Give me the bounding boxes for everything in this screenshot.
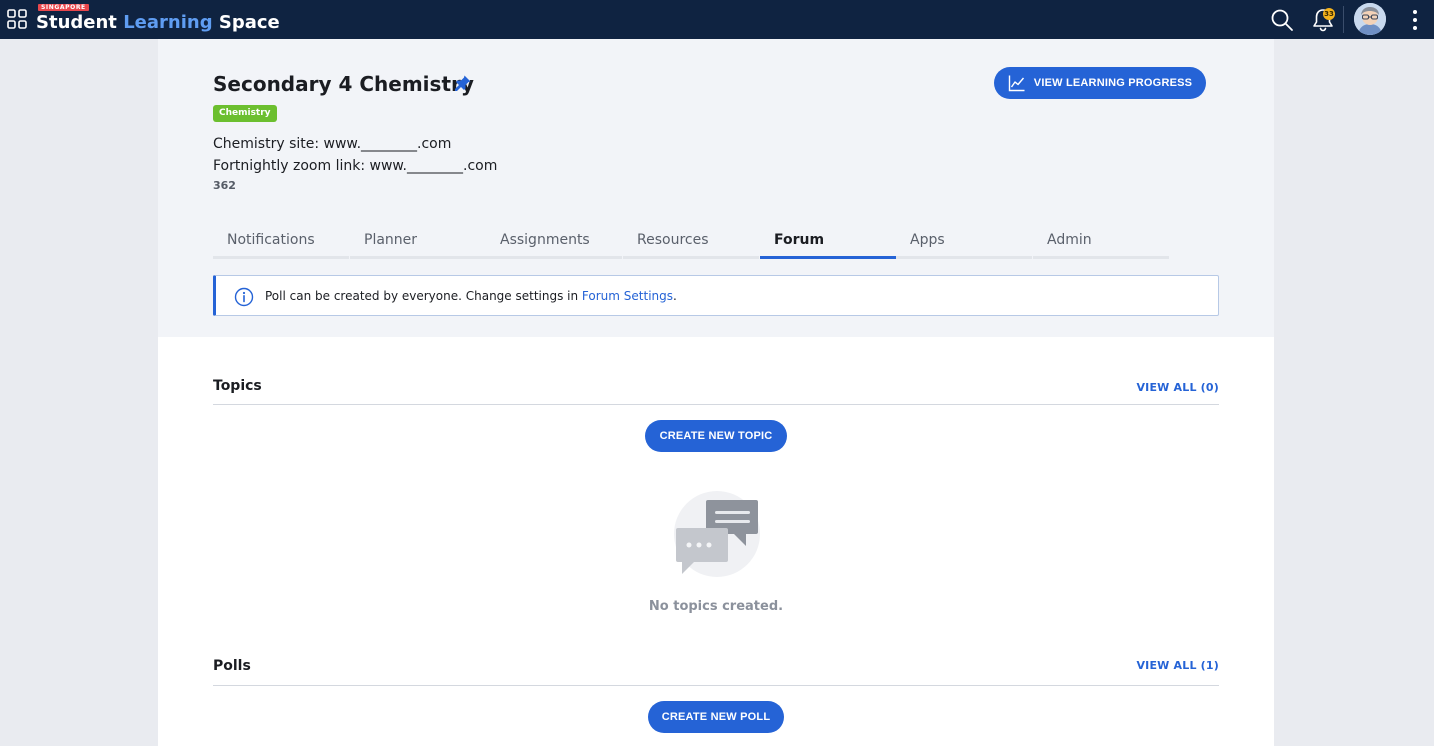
course-code: 362 bbox=[213, 179, 236, 192]
tab-planner[interactable]: Planner bbox=[350, 227, 486, 259]
course-description-line: Fortnightly zoom link: www.________.com bbox=[213, 158, 498, 174]
logo-text: Student Learning Space bbox=[36, 12, 280, 33]
view-all-polls-link[interactable]: VIEW ALL (1) bbox=[1136, 659, 1219, 673]
create-new-topic-button[interactable]: CREATE NEW TOPIC bbox=[645, 420, 787, 452]
topics-empty-message: No topics created. bbox=[648, 599, 784, 614]
chat-bubbles-icon bbox=[674, 491, 760, 577]
view-learning-progress-label: VIEW LEARNING PROGRESS bbox=[1033, 77, 1193, 89]
polls-section-title: Polls bbox=[213, 658, 251, 674]
view-learning-progress-button[interactable]: VIEW LEARNING PROGRESS bbox=[994, 67, 1206, 99]
course-description-line: Chemistry site: www.________.com bbox=[213, 136, 452, 152]
top-navigation-bar: SINGAPORE Student Learning Space 33 bbox=[0, 0, 1434, 39]
course-tabs: Notifications Planner Assignments Resour… bbox=[213, 227, 1171, 259]
subject-badge: Chemistry bbox=[213, 105, 277, 122]
create-new-poll-button[interactable]: CREATE NEW POLL bbox=[648, 701, 784, 733]
forum-settings-link[interactable]: Forum Settings bbox=[582, 289, 673, 303]
logo-country-tag: SINGAPORE bbox=[38, 4, 89, 11]
tab-admin[interactable]: Admin bbox=[1033, 227, 1169, 259]
topbar-divider bbox=[1343, 6, 1344, 33]
search-icon[interactable] bbox=[1270, 8, 1294, 32]
section-divider bbox=[213, 404, 1219, 405]
tab-resources[interactable]: Resources bbox=[623, 227, 759, 259]
notification-count-badge: 33 bbox=[1323, 8, 1335, 20]
tab-notifications[interactable]: Notifications bbox=[213, 227, 349, 259]
info-banner: Poll can be created by everyone. Change … bbox=[213, 275, 1219, 316]
chart-line-icon bbox=[1008, 75, 1025, 92]
avatar[interactable] bbox=[1354, 3, 1386, 35]
pin-icon[interactable] bbox=[454, 74, 472, 92]
apps-grid-icon[interactable] bbox=[7, 9, 27, 29]
course-page: Secondary 4 Chemistry Chemistry Chemistr… bbox=[158, 39, 1274, 746]
tab-forum[interactable]: Forum bbox=[760, 227, 896, 259]
section-divider bbox=[213, 685, 1219, 686]
tab-apps[interactable]: Apps bbox=[896, 227, 1032, 259]
info-banner-text: Poll can be created by everyone. Change … bbox=[265, 289, 677, 303]
tab-assignments[interactable]: Assignments bbox=[486, 227, 622, 259]
kebab-menu-icon[interactable] bbox=[1405, 8, 1425, 32]
course-header: Secondary 4 Chemistry Chemistry Chemistr… bbox=[158, 39, 1274, 337]
info-icon bbox=[234, 287, 254, 307]
view-all-topics-link[interactable]: VIEW ALL (0) bbox=[1136, 381, 1219, 395]
topics-section-title: Topics bbox=[213, 378, 262, 394]
page-title: Secondary 4 Chemistry bbox=[213, 72, 474, 96]
